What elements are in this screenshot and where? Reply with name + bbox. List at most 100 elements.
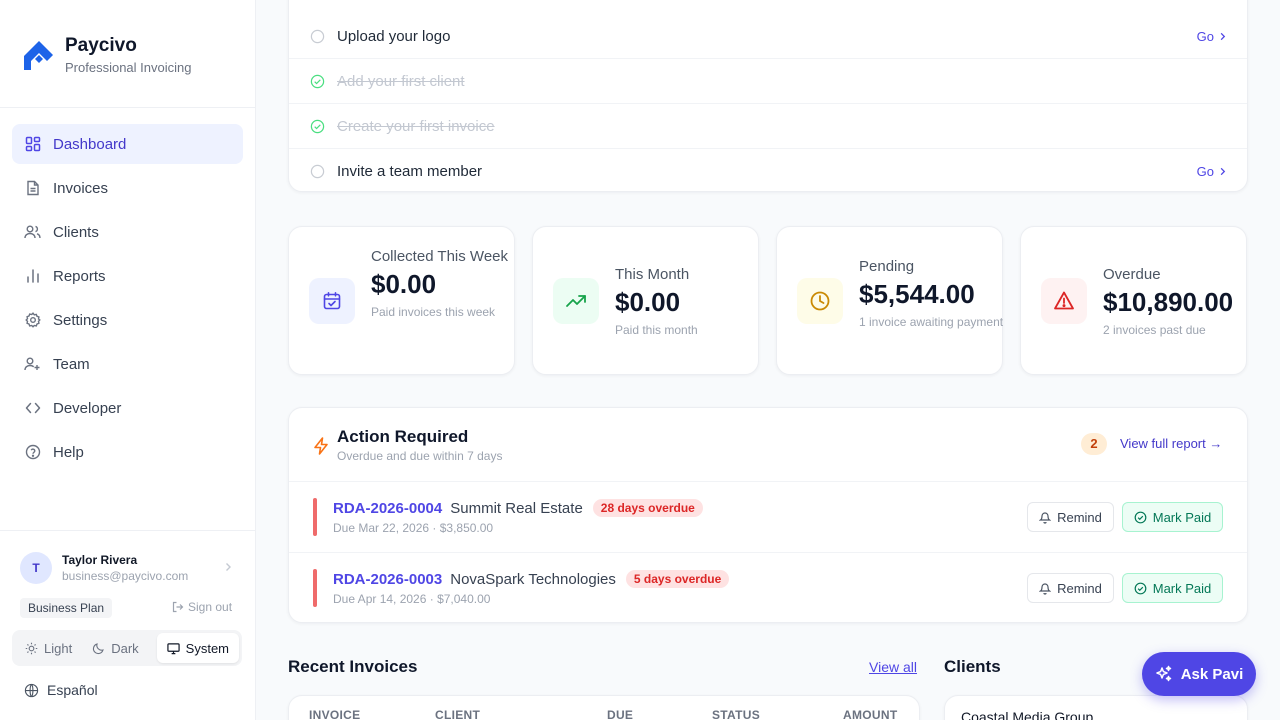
sidebar-item-label: Invoices [53,179,109,197]
alert-triangle-icon [1041,278,1087,324]
column-header[interactable]: CLIENT [435,708,480,720]
sidebar-item-dashboard[interactable]: Dashboard [12,124,243,164]
bell-icon [1039,511,1052,524]
sidebar-item-developer[interactable]: Developer [12,388,243,428]
language-switcher[interactable]: Español [24,682,98,698]
gear-icon [24,312,41,329]
trending-up-icon [553,278,599,324]
checklist-item: Add your first client [309,59,1227,103]
sidebar-item-clients[interactable]: Clients [12,212,243,252]
invoice-number-link[interactable]: RDA-2026-0004 [333,500,442,517]
view-all-link[interactable]: View all [869,659,917,675]
empty-circle-icon [309,163,325,179]
checklist-item[interactable]: Upload your logo Go [309,14,1227,58]
recent-invoices-table: INVOICE CLIENT DUE STATUS AMOUNT [288,695,920,720]
column-header[interactable]: INVOICE [309,708,360,720]
column-header[interactable]: DUE [607,708,633,720]
section-title: Action Required [337,427,469,446]
check-circle-icon [309,118,325,134]
go-link[interactable]: Go [1197,29,1227,44]
checklist-item[interactable]: Invite a team member Go [309,149,1227,193]
clients-list: Coastal Media Group [944,695,1248,720]
empty-circle-icon [309,28,325,44]
stat-card-collected-week: Collected This Week $0.00 Paid invoices … [288,226,515,375]
theme-light-label: Light [44,640,73,656]
mark-paid-label: Mark Paid [1152,580,1212,596]
theme-light-button[interactable]: Light [15,633,82,663]
dashboard-icon [24,136,41,153]
sidebar-item-reports[interactable]: Reports [12,256,243,296]
brand[interactable]: Paycivo Professional Invoicing [20,34,191,77]
checklist-label: Upload your logo [337,27,451,45]
invoice-number-link[interactable]: RDA-2026-0003 [333,571,442,588]
recent-invoices-title: Recent Invoices [288,657,418,676]
sidebar-item-help[interactable]: Help [12,432,243,472]
brand-tagline: Professional Invoicing [65,60,192,75]
sidebar-item-label: Settings [53,311,108,329]
check-circle-icon [1134,582,1147,594]
sidebar-item-invoices[interactable]: Invoices [12,168,243,208]
chevron-right-icon [1220,32,1226,40]
column-header[interactable]: AMOUNT [843,708,897,720]
sidebar-item-label: Team [53,355,90,373]
status-bar [313,498,317,536]
theme-dark-button[interactable]: Dark [82,633,148,663]
stat-card-overdue: Overdue $10,890.00 2 invoices past due [1020,226,1247,375]
sidebar: Paycivo Professional Invoicing Dashboard… [0,0,256,720]
moon-icon [93,642,104,654]
go-link[interactable]: Go [1197,164,1227,179]
sparkles-icon [1155,665,1171,682]
clients-title: Clients [944,657,1001,676]
client-name: NovaSpark Technologies [450,570,616,588]
stat-card-pending: Pending $5,544.00 1 invoice awaiting pay… [776,226,1003,375]
chevron-right-icon [1220,167,1226,175]
due-info: Due Apr 14, 2026 · $7,040.00 [333,592,491,606]
theme-system-button[interactable]: System [156,633,239,663]
theme-system-label: System [185,640,229,656]
go-label: Go [1196,163,1214,179]
checklist-label: Create your first invoice [337,117,495,135]
ask-pavi-button[interactable]: Ask Pavi [1142,652,1256,696]
clock-icon [797,278,843,324]
sidebar-item-label: Reports [53,267,106,285]
remind-button[interactable]: Remind [1027,502,1114,532]
lightning-icon [313,437,329,460]
globe-icon [24,683,39,697]
stat-value: $10,890.00 [1103,287,1234,317]
remind-button[interactable]: Remind [1027,573,1114,603]
stat-subtitle: 1 invoice awaiting payment [859,315,1004,329]
stat-value: $0.00 [615,287,681,317]
mark-paid-button[interactable]: Mark Paid [1122,573,1223,603]
client-item[interactable]: Coastal Media Group [961,709,1093,720]
sidebar-item-team[interactable]: Team [12,344,243,384]
paycivo-logo-icon [24,41,53,70]
mark-paid-button[interactable]: Mark Paid [1122,502,1223,532]
column-header[interactable]: STATUS [712,708,760,720]
sidebar-item-settings[interactable]: Settings [12,300,243,340]
sidebar-item-label: Dashboard [53,135,127,153]
users-icon [24,224,41,241]
overdue-badge: 28 days overdue [592,499,703,517]
user-menu[interactable]: T Taylor Rivera business@paycivo.com [20,551,236,585]
section-subtitle: Overdue and due within 7 days [337,449,503,463]
sign-out-button[interactable]: Sign out [172,600,232,614]
main-nav: Dashboard Invoices Clients Reports Setti… [12,124,243,476]
remind-label: Remind [1057,509,1102,525]
sun-icon [25,642,38,654]
go-label: Go [1196,28,1214,44]
calendar-check-icon [309,278,355,324]
stat-subtitle: 2 invoices past due [1103,323,1206,337]
action-required-panel: Action Required Overdue and due within 7… [288,407,1248,623]
client-name: Summit Real Estate [450,499,583,517]
due-info: Due Mar 22, 2026 · $3,850.00 [333,521,494,535]
code-icon [24,400,41,417]
action-row: RDA-2026-0004 Summit Real Estate 28 days… [289,482,1247,552]
sidebar-item-label: Developer [53,399,122,417]
check-circle-icon [309,73,325,89]
view-full-report-link[interactable]: View full report → [1120,436,1222,451]
action-row: RDA-2026-0003 NovaSpark Technologies 5 d… [289,553,1247,623]
stat-card-this-month: This Month $0.00 Paid this month [532,226,759,375]
stat-value: $5,544.00 [859,279,975,309]
checklist-item: Create your first invoice [309,104,1227,148]
divider [0,107,256,108]
